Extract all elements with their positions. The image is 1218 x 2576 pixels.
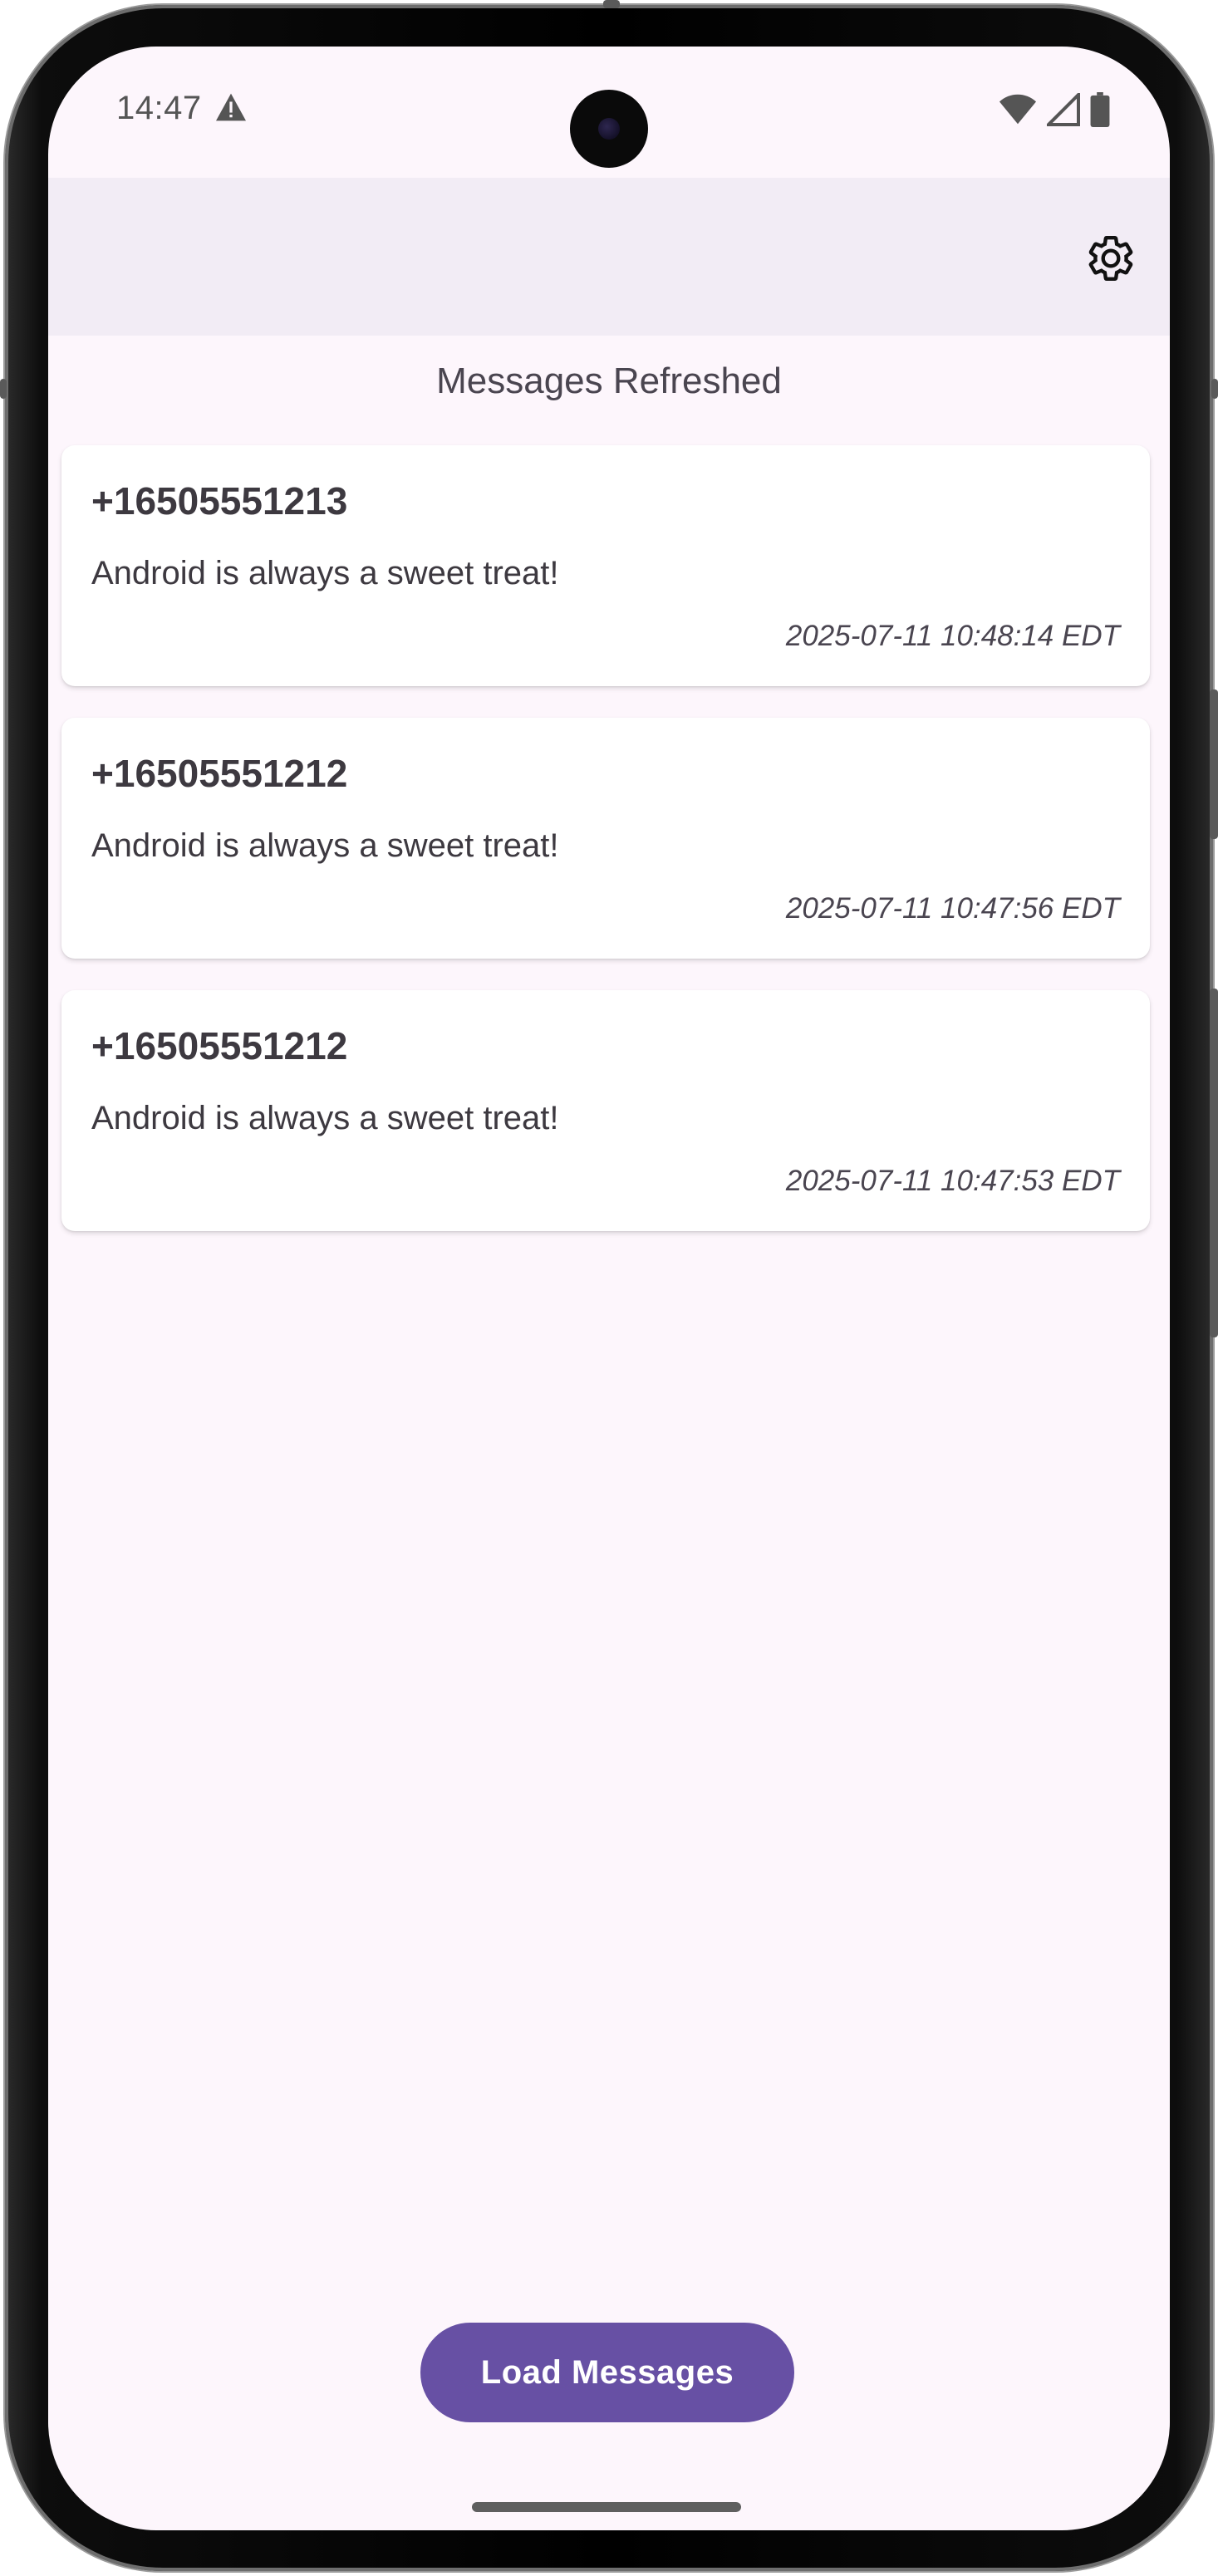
refresh-status-text: Messages Refreshed: [436, 361, 782, 401]
gesture-home-bar[interactable]: [472, 2502, 741, 2512]
message-sender: +16505551213: [91, 479, 348, 523]
message-card[interactable]: +16505551212 Android is always a sweet t…: [61, 990, 1150, 1231]
settings-button[interactable]: [1083, 231, 1138, 286]
message-timestamp: 2025-07-11 10:48:14 EDT: [785, 620, 1120, 652]
load-messages-button[interactable]: Load Messages: [420, 2323, 794, 2422]
gear-icon: [1088, 236, 1133, 281]
message-timestamp: 2025-07-11 10:47:56 EDT: [785, 892, 1120, 925]
power-button: [1210, 689, 1218, 839]
message-sender: +16505551212: [91, 1024, 348, 1067]
message-body: Android is always a sweet treat!: [91, 827, 559, 864]
signal-icon: [1047, 93, 1080, 126]
phone-device: 14:47 Messages Refreshed +16505551213 An…: [0, 0, 1218, 2576]
frame-antenna-top: [603, 0, 620, 8]
message-card[interactable]: +16505551213 Android is always a sweet t…: [61, 445, 1150, 686]
front-camera: [570, 90, 648, 168]
wifi-icon: [999, 94, 1037, 125]
warning-icon: [216, 93, 246, 121]
volume-button: [1210, 989, 1218, 1337]
message-sender: +16505551212: [91, 752, 348, 795]
app-bar: [48, 178, 1170, 336]
message-timestamp: 2025-07-11 10:47:53 EDT: [785, 1165, 1120, 1197]
status-time: 14:47: [116, 90, 202, 126]
phone-screen: 14:47 Messages Refreshed +16505551213 An…: [48, 47, 1170, 2530]
status-bar: 14:47: [48, 47, 1170, 179]
message-list[interactable]: +16505551213 Android is always a sweet t…: [61, 445, 1150, 1263]
frame-antenna-right: [1211, 379, 1218, 399]
frame-antenna-left: [0, 379, 7, 399]
battery-icon: [1090, 92, 1110, 127]
message-card[interactable]: +16505551212 Android is always a sweet t…: [61, 718, 1150, 959]
message-body: Android is always a sweet treat!: [91, 1100, 559, 1136]
message-body: Android is always a sweet treat!: [91, 555, 559, 591]
status-icons: [999, 92, 1110, 127]
